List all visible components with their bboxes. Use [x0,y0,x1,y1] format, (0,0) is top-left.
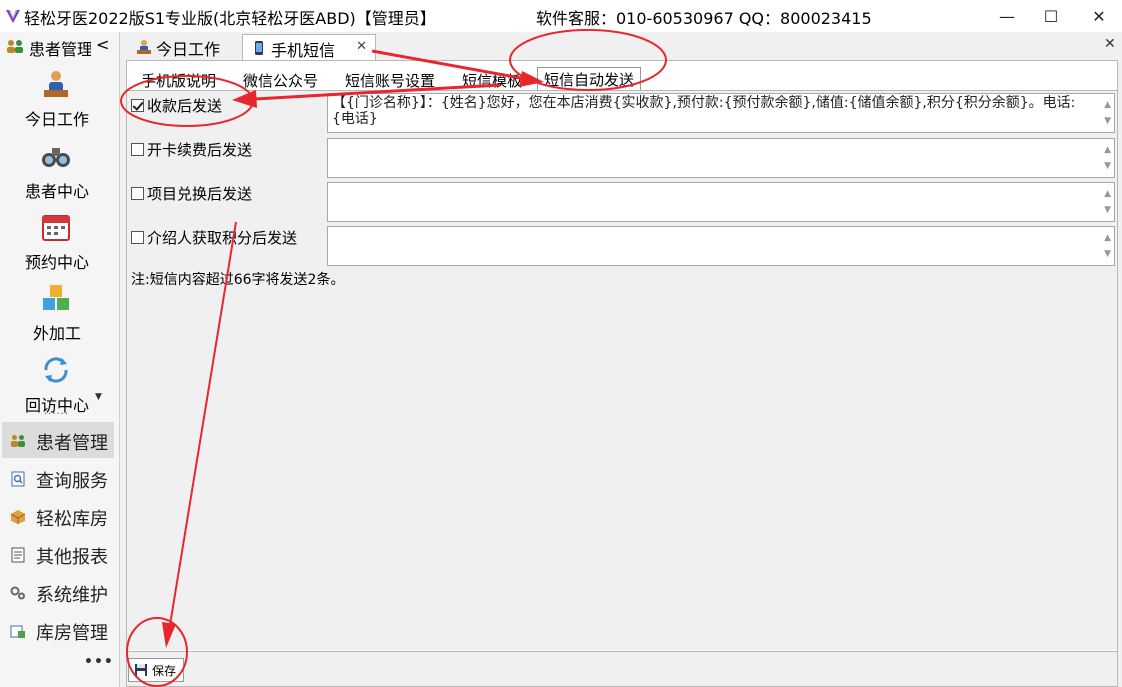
sidebar: 患者管理 < 今日工作 患者中心 预约中心 外加工 回访中心 ▼ ...... … [0,32,120,687]
more-items-arrow-icon[interactable]: ▼ [95,392,102,402]
app-logo-icon [6,9,20,23]
checkbox-label: 开卡续费后发送 [147,141,253,159]
scroll-up-icon[interactable]: ▲ [1104,230,1111,246]
bottom-toolbar: 保存 [127,651,1117,686]
tab-today-work[interactable]: 今日工作 [128,34,238,60]
worker-icon [137,40,151,54]
window-title: 轻松牙医2022版S1专业版(北京轻松牙医ABD)【管理员】 [24,9,436,28]
binoculars-icon [42,148,70,167]
scroll-down-icon[interactable]: ▼ [1104,246,1111,262]
sidebar-item-label: 查询服务 [36,471,108,492]
sms-panel: 手机版说明 微信公众号 短信账号设置 短信模板 短信自动发送 收款后发送 【{门… [126,60,1118,687]
search-doc-icon [11,471,25,487]
calendar-icon [42,215,70,241]
sidebar-item-label: 系统维护 [36,585,108,606]
sms-length-note: 注:短信内容超过66字将发送2条。 [131,272,345,288]
tab-label: 今日工作 [156,40,221,59]
nav-appointment-center-label: 预约中心 [24,253,89,272]
sidebar-item-patient-management[interactable]: 患者管理 [2,422,114,458]
scroll-up-icon[interactable]: ▲ [1104,186,1111,202]
save-icon [135,664,147,676]
worker-icon [44,71,68,97]
save-button[interactable]: 保存 [128,658,184,682]
sidebar-item-label: 库房管理 [36,623,108,644]
message-textarea-after-item-exchange[interactable]: ▲ ▼ [327,182,1115,222]
sidebar-header-label: 患者管理 [29,40,91,59]
sidebar-item-system-maintenance[interactable]: 系统维护 [2,574,114,610]
nav-appointment-center[interactable]: 预约中心 [0,211,114,277]
app-window: 轻松牙医2022版S1专业版(北京轻松牙医ABD)【管理员】 软件客服：010-… [0,0,1122,687]
save-button-label: 保存 [152,663,177,678]
subtab-sms-auto-send[interactable]: 短信自动发送 [537,67,642,92]
customer-service-info: 软件客服：010-60530967 QQ：800023415 [536,9,872,28]
document-tabs: 今日工作 手机短信 ✕ [126,32,1122,60]
phone-icon [255,41,263,55]
close-icon[interactable]: ✕ [1076,0,1122,32]
checkbox-label: 介绍人获取积分后发送 [147,229,298,247]
title-bar: 轻松牙医2022版S1专业版(北京轻松牙医ABD)【管理员】 软件客服：010-… [0,0,1122,32]
refresh-icon [44,357,68,383]
checkbox-box[interactable] [131,143,144,156]
users-icon [11,435,25,447]
checkbox-after-payment[interactable]: 收款后发送 [131,95,222,116]
sidebar-item-other-reports[interactable]: 其他报表 [2,536,114,572]
sidebar-item-label: 其他报表 [36,547,108,568]
sidebar-item-easy-warehouse[interactable]: 轻松库房 [2,498,114,534]
checkbox-box[interactable] [131,99,144,112]
nav-outsource-label: 外加工 [32,324,81,343]
nav-patient-center[interactable]: 患者中心 [0,140,114,206]
subtab-mobile-manual[interactable]: 手机版说明 [141,68,216,91]
message-text: 【{门诊名称}】：{姓名}您好，您在本店消费{实收款},预付款:{预付款余额},… [332,95,1076,127]
checkbox-label: 项目兑换后发送 [147,185,253,203]
users-icon [7,40,23,53]
sidebar-item-warehouse-management[interactable]: 库房管理 [2,612,114,648]
scroll-down-icon[interactable]: ▼ [1104,113,1111,129]
scroll-up-icon[interactable]: ▲ [1104,142,1111,158]
message-textarea-after-card-renewal[interactable]: ▲ ▼ [327,138,1115,178]
message-textarea-after-payment[interactable]: 【{门诊名称}】：{姓名}您好，您在本店消费{实收款},预付款:{预付款余额},… [327,93,1115,133]
gears-icon [10,586,25,600]
nav-outsource[interactable]: 外加工 [0,282,114,348]
box-icon [10,510,26,524]
checkbox-box[interactable] [131,231,144,244]
nav-today-work[interactable]: 今日工作 [0,68,114,134]
tab-sms[interactable]: 手机短信 ✕ [242,34,376,60]
checkbox-box[interactable] [131,187,144,200]
subtab-sms-account[interactable]: 短信账号设置 [345,68,435,91]
checkbox-after-card-renewal[interactable]: 开卡续费后发送 [131,139,252,160]
nav-patient-center-label: 患者中心 [24,182,89,201]
cubes-icon [43,285,69,310]
scroll-down-icon[interactable]: ▼ [1104,202,1111,218]
collapse-sidebar-icon[interactable]: < [96,35,109,54]
minimize-icon[interactable]: — [984,0,1030,32]
sidebar-item-label: 轻松库房 [36,509,108,530]
scroll-up-icon[interactable]: ▲ [1104,97,1111,113]
checkbox-after-item-exchange[interactable]: 项目兑换后发送 [131,183,252,204]
sidebar-header: 患者管理 < [0,32,120,60]
warehouse-icon [10,625,25,638]
checkbox-after-referrer-points[interactable]: 介绍人获取积分后发送 [131,227,297,248]
checkbox-label: 收款后发送 [147,97,223,115]
subtab-wechat-official[interactable]: 微信公众号 [243,68,318,91]
subtab-sms-template[interactable]: 短信模板 [462,68,522,91]
close-all-tabs-icon[interactable]: ✕ [1104,36,1116,52]
report-icon [11,547,25,563]
sidebar-item-label: 患者管理 [36,433,108,454]
maximize-icon[interactable]: ☐ [1028,0,1074,32]
tab-label: 手机短信 [271,41,336,60]
sidebar-separator-dots: ...... [44,406,70,417]
sidebar-item-query-service[interactable]: 查询服务 [2,460,114,496]
close-tab-icon[interactable]: ✕ [356,39,367,54]
auto-send-content: 收款后发送 【{门诊名称}】：{姓名}您好，您在本店消费{实收款},预付款:{预… [127,90,1117,650]
nav-today-work-label: 今日工作 [24,110,89,129]
scroll-down-icon[interactable]: ▼ [1104,158,1111,174]
message-textarea-after-referrer-points[interactable]: ▲ ▼ [327,226,1115,266]
more-options-icon[interactable]: ••• [84,654,114,670]
sms-subtabs: 手机版说明 微信公众号 短信账号设置 短信模板 短信自动发送 [135,67,1115,92]
